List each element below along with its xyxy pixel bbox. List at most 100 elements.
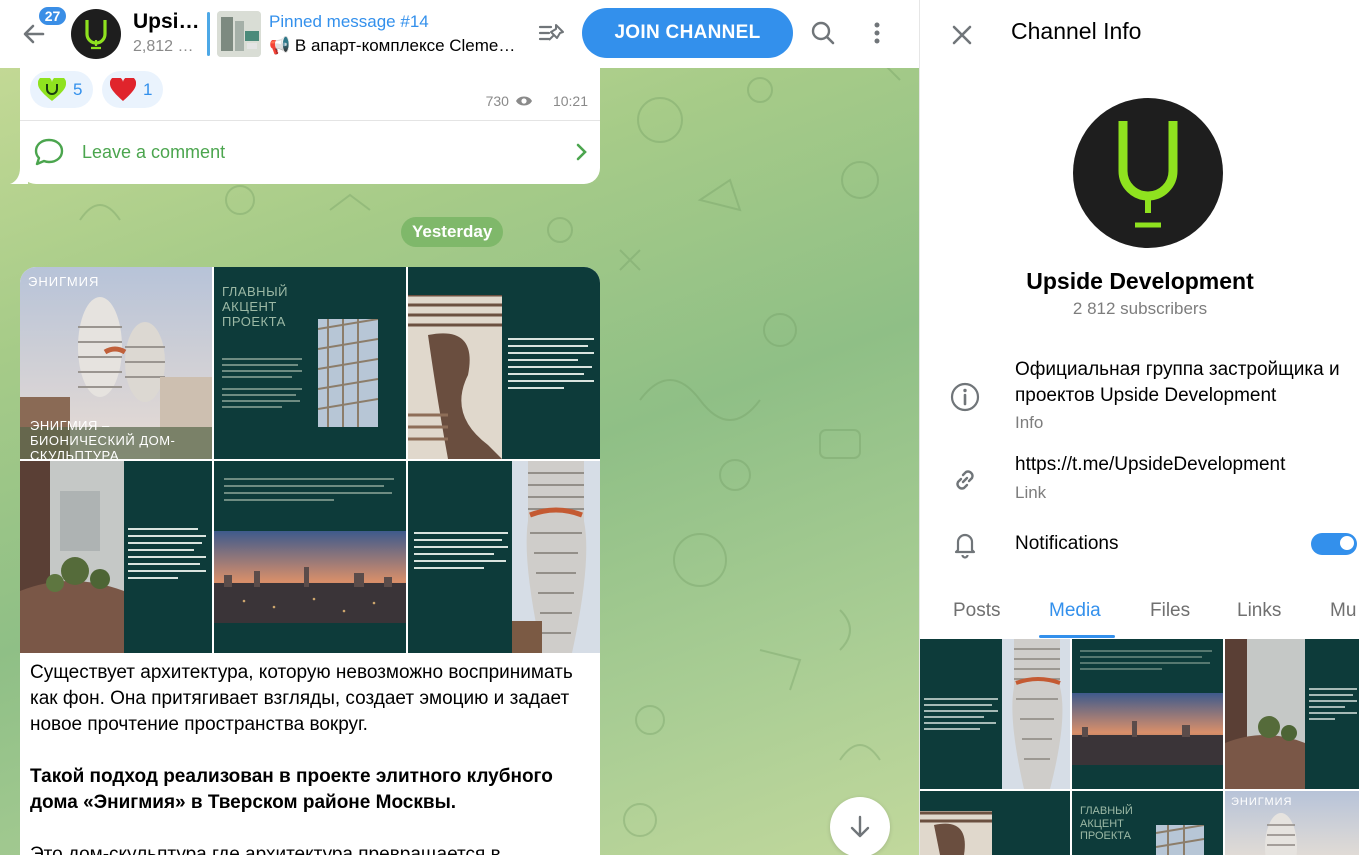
album-photo[interactable]: ЭНИГМИЯ ЭНИГМИЯ – БИОНИЧЕСКИЙ ДОМ-СКУЛЬП… xyxy=(20,267,212,459)
reaction-chip[interactable]: 1 xyxy=(102,71,164,108)
text-block-image xyxy=(128,528,206,579)
tile-title: ЭНИГМИЯ xyxy=(28,274,100,289)
channel-subscribers: 2 812 subscribers xyxy=(1072,299,1208,318)
info-description-row[interactable]: Официальная группа застройщика и проекто… xyxy=(920,355,1359,435)
scroll-down-button[interactable] xyxy=(830,797,890,855)
more-vertical-icon xyxy=(874,22,880,44)
info-caption: Info xyxy=(1015,413,1044,432)
media-album[interactable]: ЭНИГМИЯ ЭНИГМИЯ – БИОНИЧЕСКИЙ ДОМ-СКУЛЬП… xyxy=(20,267,600,653)
channel-avatar[interactable] xyxy=(71,9,121,59)
link-caption: Link xyxy=(1015,483,1047,502)
more-options-button[interactable] xyxy=(858,14,896,52)
media-thumbnail[interactable] xyxy=(920,639,1070,789)
paragraph: Существует архитектура, которую невозмож… xyxy=(30,662,573,735)
channel-title[interactable]: Upsi… xyxy=(133,10,200,34)
pin-list-icon xyxy=(538,24,564,41)
chat-header: 27 Upsi… 2,812 … Pinned message #14 📢 В … xyxy=(0,0,919,68)
bridge-closeup-image xyxy=(920,811,992,855)
notifications-row[interactable]: Notifications xyxy=(920,527,1359,563)
tab-media[interactable]: Media xyxy=(1049,600,1101,622)
media-thumbnail[interactable]: ЭНИГМИЯ xyxy=(1225,791,1359,855)
text-block-image xyxy=(222,358,302,408)
album-photo[interactable] xyxy=(408,267,600,459)
eye-icon xyxy=(515,96,532,106)
pinned-thumbnail[interactable] xyxy=(217,11,261,57)
media-tabs: Posts Media Files Links Mu xyxy=(920,590,1359,638)
album-photo[interactable] xyxy=(20,461,212,653)
thumbnail-title: ЭНИГМИЯ xyxy=(1231,796,1293,808)
tab-links[interactable]: Links xyxy=(1237,600,1281,622)
city-sunset-image xyxy=(1072,650,1223,765)
view-count: 730 xyxy=(485,93,509,109)
album-photo[interactable] xyxy=(214,461,406,653)
channel-description: Официальная группа застройщика и проекто… xyxy=(1015,359,1340,406)
info-icon xyxy=(948,380,982,414)
reaction-count: 1 xyxy=(143,79,153,99)
comment-label: Leave a comment xyxy=(82,141,226,162)
comment-bubble-icon xyxy=(34,138,64,166)
close-icon xyxy=(952,25,972,45)
message-text: Существует архитектура, которую невозмож… xyxy=(30,660,595,855)
close-button[interactable] xyxy=(944,17,980,53)
upside-logo-icon xyxy=(1118,121,1178,228)
notifications-toggle[interactable] xyxy=(1311,533,1357,555)
pinned-message-preview[interactable]: 📢 В апарт-комплексе Cleme… xyxy=(269,36,519,56)
date-separator: Yesterday xyxy=(401,217,504,247)
album-photo[interactable] xyxy=(408,461,600,653)
facade-detail-image xyxy=(318,319,378,427)
channel-avatar-large[interactable] xyxy=(1073,98,1223,248)
subscriber-count: 2,812 … xyxy=(133,38,194,55)
message-bubble: ЭНИГМИЯ ЭНИГМИЯ – БИОНИЧЕСКИЙ ДОМ-СКУЛЬП… xyxy=(20,267,600,855)
garden-terrace-image xyxy=(1225,639,1357,789)
channel-link[interactable]: https://t.me/UpsideDevelopment xyxy=(1015,452,1355,478)
album-photo[interactable]: ГЛАВНЫЙ АКЦЕНТ ПРОЕКТА xyxy=(214,267,406,459)
search-button[interactable] xyxy=(804,14,842,52)
tile-title: ГЛАВНЫЙ АКЦЕНТ ПРОЕКТА xyxy=(222,284,288,329)
active-tab-indicator xyxy=(1039,635,1115,638)
arrow-down-icon xyxy=(850,815,870,838)
media-thumbnail[interactable] xyxy=(1072,639,1223,789)
message-bubble: 5 1 730 10:21 Leave a comment xyxy=(20,60,600,184)
garden-terrace-image xyxy=(20,461,124,653)
pinned-thumbnail-image xyxy=(217,11,261,57)
bridge-closeup-image xyxy=(408,295,502,459)
unread-count-badge: 27 xyxy=(37,5,68,27)
chat-area: 27 Upsi… 2,812 … Pinned message #14 📢 В … xyxy=(0,0,919,855)
pinned-list-button[interactable] xyxy=(532,16,572,52)
notifications-label: Notifications xyxy=(1015,533,1119,554)
message-time: 10:21 xyxy=(552,93,588,109)
pinned-message-title[interactable]: Pinned message #14 xyxy=(269,12,429,32)
tab-posts[interactable]: Posts xyxy=(953,600,1001,622)
tab-music[interactable]: Mu xyxy=(1330,600,1356,622)
paragraph: Это дом-скульптура где архитектура превр… xyxy=(30,844,501,855)
thumbnail-title: ГЛАВНЫЙ АКЦЕНТ ПРОЕКТА xyxy=(1080,805,1133,843)
link-icon xyxy=(948,463,982,497)
chevron-right-icon xyxy=(576,143,587,161)
channel-name: Upside Development xyxy=(1026,268,1254,294)
media-grid: ГЛАВНЫЙ АКЦЕНТ ПРОЕКТА ЭНИГМИЯ xyxy=(920,639,1359,855)
pinned-indicator xyxy=(207,12,210,56)
bell-icon xyxy=(948,527,982,561)
message-meta: 730 10:21 xyxy=(486,93,588,109)
text-block-image xyxy=(224,478,394,501)
media-thumbnail[interactable]: ГЛАВНЫЙ АКЦЕНТ ПРОЕКТА xyxy=(1072,791,1223,855)
text-block-image xyxy=(508,338,594,389)
tab-files[interactable]: Files xyxy=(1150,600,1190,622)
facade-detail-image xyxy=(1156,825,1204,855)
tower-render-image xyxy=(512,461,600,653)
channel-info-panel: Channel Info Upside Development 2 812 su… xyxy=(919,0,1359,855)
leave-comment-button[interactable]: Leave a comment xyxy=(20,121,600,183)
info-link-row[interactable]: https://t.me/UpsideDevelopment Link xyxy=(920,452,1359,508)
reaction-count: 5 xyxy=(73,79,83,99)
search-icon xyxy=(811,21,835,45)
panel-title: Channel Info xyxy=(1011,18,1142,44)
paragraph: Такой подход реализован в проекте элитно… xyxy=(30,764,595,816)
red-heart-icon xyxy=(110,77,136,101)
reaction-chip[interactable]: 5 xyxy=(30,71,94,108)
green-heart-u-icon xyxy=(38,77,66,101)
join-channel-button[interactable]: JOIN CHANNEL xyxy=(582,8,793,58)
tile-caption: ЭНИГМИЯ – БИОНИЧЕСКИЙ ДОМ-СКУЛЬПТУРА xyxy=(30,418,176,459)
media-thumbnail[interactable] xyxy=(920,791,1070,855)
text-block-image xyxy=(414,532,508,569)
media-thumbnail[interactable] xyxy=(1225,639,1359,789)
